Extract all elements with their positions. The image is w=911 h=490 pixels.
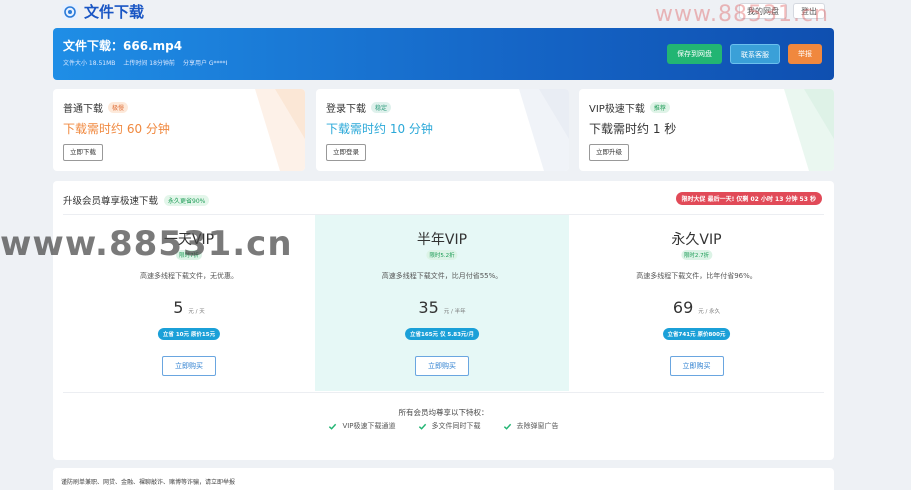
price-unit: 元 / 天	[188, 309, 205, 315]
plan-card-lifetime: 永久VIP 限时2.7折 高速多线程下载文件，比年付省96%。 69 元 / 永…	[569, 215, 824, 391]
privilege-label: 多文件同时下载	[431, 422, 481, 430]
price-value: 69	[672, 298, 694, 317]
upgrade-now-button[interactable]: 立即升级	[589, 144, 629, 161]
save-to-drive-button[interactable]: 保存到网盘	[667, 44, 722, 64]
option-card-normal: 普通下载 极慢 下载需时约 60 分钟 立即下载	[53, 89, 305, 171]
banner-actions: 保存到网盘 联系客服 举报	[667, 44, 822, 64]
option-tag: 极慢	[108, 102, 129, 113]
report-button[interactable]: 举报	[788, 44, 822, 64]
plan-card-half-year: 半年VIP 限时5.2折 高速多线程下载文件，比月付省55%。 35 元 / 半…	[315, 215, 569, 391]
plan-price: 35 元 / 半年	[315, 298, 569, 317]
privilege-item: 去除弹窗广告	[503, 421, 559, 431]
option-card-vip: VIP极速下载 推荐 下载需时约 1 秒 立即升级	[579, 89, 834, 171]
plan-price: 69 元 / 永久	[569, 298, 824, 317]
check-icon	[329, 423, 337, 430]
privileges-title: 所有会员均尊享以下特权：	[398, 408, 489, 417]
page-title: 文件下载	[84, 3, 145, 21]
plan-discount-tag: 限时2.7折	[680, 250, 713, 260]
card-decoration	[784, 89, 834, 171]
price-value: 35	[418, 298, 439, 317]
plan-price: 5 元 / 天	[63, 298, 315, 317]
plan-savings-badge: 立省741元 原价800元	[662, 328, 731, 340]
share-user: 分享用户 G****I	[182, 60, 228, 67]
top-bar: 文件下载 我的网盘 登出 www.88531.cn	[0, 0, 911, 27]
download-logo-icon	[62, 3, 78, 20]
option-name: 登录下载	[326, 104, 366, 115]
plan-desc: 高速多线程下载文件，比年付省96%。	[636, 272, 757, 280]
privileges-list: VIP极速下载通道 多文件同时下载 去除弹窗广告	[53, 421, 834, 431]
option-time: 下载需时约 10 分钟	[326, 122, 433, 136]
plan-savings-badge: 立省 10元 原价15元	[157, 328, 221, 340]
watermark-top: www.88531.cn	[655, 2, 829, 27]
plan-discount-tag: 限时5.2折	[426, 250, 458, 260]
option-tag: 稳定	[371, 102, 392, 113]
brand: 文件下载	[62, 1, 144, 22]
buy-now-button[interactable]: 立即购买	[162, 356, 216, 376]
watermark-middle: www.88531.cn	[0, 224, 293, 264]
privilege-label: VIP极速下载通道	[342, 422, 396, 430]
file-banner: 文件下载：666.mp4 文件大小 18.51MB 上传时间 18分钟前 分享用…	[53, 28, 834, 80]
plan-desc: 高速多线程下载文件，无优惠。	[140, 272, 238, 280]
plan-name: 半年VIP	[416, 232, 468, 248]
login-now-button[interactable]: 立即登录	[326, 144, 366, 161]
option-time: 下载需时约 60 分钟	[63, 122, 170, 136]
privilege-label: 去除弹窗广告	[516, 422, 559, 430]
file-meta: 文件大小 18.51MB 上传时间 18分钟前 分享用户 G****I	[63, 58, 227, 67]
card-decoration	[255, 89, 305, 171]
vip-title: 升级会员尊享极速下载	[63, 196, 159, 207]
buy-now-button[interactable]: 立即购买	[415, 356, 469, 376]
option-tag: 推荐	[649, 102, 670, 113]
option-name: VIP极速下载	[589, 104, 645, 115]
buy-now-button[interactable]: 立即购买	[669, 356, 724, 376]
plan-savings-badge: 立省165元 仅 5.83元/月	[405, 328, 479, 340]
privilege-item: 多文件同时下载	[418, 421, 481, 431]
upload-time: 上传时间 18分钟前	[123, 60, 175, 67]
privilege-item: VIP极速下载通道	[328, 421, 396, 431]
plan-desc: 高速多线程下载文件，比月付省55%。	[381, 272, 503, 280]
plan-name: 永久VIP	[671, 232, 722, 248]
vip-title-tag: 永久更省90%	[164, 194, 210, 206]
divider	[63, 392, 824, 393]
price-unit: 元 / 半年	[443, 309, 466, 315]
price-value: 5	[173, 298, 184, 317]
fraud-warning-text: 谨防刷单兼职、网贷、金融、裸聊敲诈、赌博等诈骗，请立即举报	[61, 479, 236, 486]
check-icon	[418, 423, 426, 430]
check-icon	[503, 423, 511, 430]
contact-support-button[interactable]: 联系客服	[730, 44, 780, 64]
option-card-login: 登录下载 稳定 下载需时约 10 分钟 立即登录	[316, 89, 569, 171]
vip-panel: 升级会员尊享极速下载 永久更省90% 限时大促 最后一天! 仅剩 02 小时 1…	[53, 181, 834, 460]
file-title: 文件下载：666.mp4	[63, 39, 183, 53]
download-now-button[interactable]: 立即下载	[63, 144, 103, 161]
option-time: 下载需时约 1 秒	[589, 122, 677, 136]
option-name: 普通下载	[63, 104, 103, 115]
price-unit: 元 / 永久	[698, 309, 721, 315]
promo-countdown: 限时大促 最后一天! 仅剩 02 小时 13 分钟 53 秒	[675, 192, 822, 205]
fraud-warning: 谨防刷单兼职、网贷、金融、裸聊敲诈、赌博等诈骗，请立即举报	[53, 468, 834, 490]
file-size: 文件大小 18.51MB	[63, 60, 116, 67]
card-decoration	[519, 89, 569, 171]
